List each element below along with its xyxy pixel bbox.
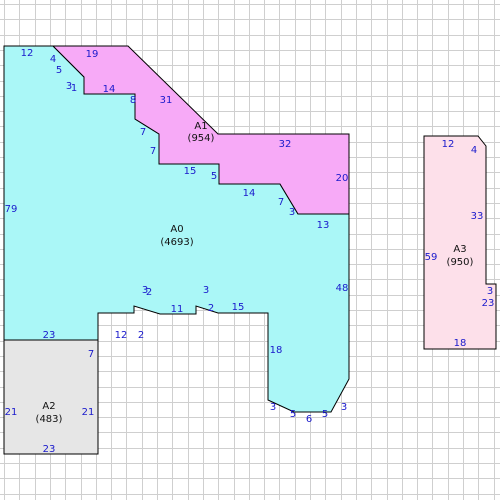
dimension-label: 7 (88, 349, 94, 360)
dimension-label: 13 (317, 220, 330, 231)
dimension-label: 32 (279, 139, 292, 150)
region-a3-name: A3 (453, 244, 466, 255)
dimension-label: 14 (243, 188, 256, 199)
dimension-label: 2 (138, 330, 144, 341)
region-a3-area: (950) (447, 257, 474, 268)
dimension-label: 48 (336, 283, 349, 294)
dimension-label: 59 (425, 252, 438, 263)
dimension-label: 3 (289, 207, 295, 218)
dimension-label: 6 (306, 414, 312, 425)
floor-plan-canvas: A0 (4693) A1 (954) A2 (483) A3 (950) 12 … (0, 0, 500, 500)
dimension-label: 20 (336, 173, 349, 184)
region-a3[interactable] (423, 135, 497, 350)
region-a2-name: A2 (42, 401, 55, 412)
dimension-label: 1 (71, 83, 77, 94)
dimension-label: 31 (160, 95, 173, 106)
region-a1-name: A1 (194, 121, 207, 132)
dimension-label: 15 (232, 302, 245, 313)
dimension-label: 21 (5, 407, 18, 418)
dimension-label: 4 (471, 145, 477, 156)
dimension-label: 18 (270, 345, 283, 356)
dimension-label: 23 (482, 298, 495, 309)
dimension-label: 5 (322, 409, 328, 420)
dimension-label: 23 (43, 330, 56, 341)
dimension-label: 2 (146, 287, 152, 298)
region-a0-name: A0 (170, 224, 183, 235)
dimension-label: 11 (171, 304, 184, 315)
dimension-label: 2 (208, 303, 214, 314)
dimension-label: 5 (211, 171, 217, 182)
dimension-label: 79 (5, 204, 18, 215)
region-a1-area: (954) (188, 133, 215, 144)
dimension-label: 3 (341, 402, 347, 413)
dimension-label: 12 (442, 139, 455, 150)
dimension-label: 3 (203, 285, 209, 296)
dimension-label: 23 (43, 444, 56, 455)
dimension-label: 5 (56, 65, 62, 76)
dimension-label: 14 (103, 84, 116, 95)
dimension-label: 19 (86, 49, 99, 60)
dimension-label: 18 (454, 338, 467, 349)
dimension-label: 21 (82, 407, 95, 418)
dimension-label: 3 (487, 286, 493, 297)
dimension-label: 33 (471, 211, 484, 222)
dimension-label: 15 (184, 166, 197, 177)
dimension-label: 4 (50, 54, 56, 65)
dimension-label: 7 (140, 127, 146, 138)
dimension-label: 12 (115, 330, 128, 341)
dimension-label: 7 (150, 146, 156, 157)
region-a2[interactable] (3, 339, 99, 455)
floor-plan-drawing: A0 (4693) A1 (954) A2 (483) A3 (950) 12 … (0, 0, 500, 500)
dimension-label: 8 (130, 95, 136, 106)
region-a2-area: (483) (36, 414, 63, 425)
dimension-label: 7 (278, 197, 284, 208)
region-a0-area: (4693) (160, 237, 193, 248)
dimension-label: 12 (21, 48, 34, 59)
dimension-label: 3 (270, 402, 276, 413)
dimension-label: 5 (290, 409, 296, 420)
